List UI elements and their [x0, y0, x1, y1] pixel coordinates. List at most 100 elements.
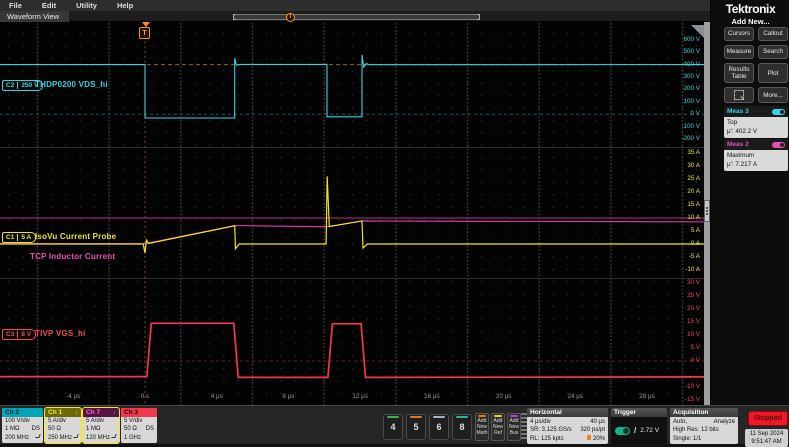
channel-label: THDP0200 VDS_hi [35, 80, 108, 89]
acquisition-panel-body: Auto, Analyze High Res: 12 bits Single: 1/1 [670, 417, 738, 444]
probe-icon [111, 433, 117, 438]
channel-label: TIVP VGS_hi [35, 329, 86, 338]
horizontal-value: 20% [586, 434, 605, 443]
add-new-ref-button[interactable]: Add New Ref [491, 413, 505, 441]
channel-name: Ch 1 [48, 409, 63, 416]
trace-ch1 [0, 176, 704, 254]
meas-card-header: Meas 3 [724, 106, 788, 117]
meas-card-2[interactable]: Meas 2 Maximum μ': 7.217 A [724, 139, 788, 171]
setting-value: 5 V/div [124, 418, 143, 424]
channel-setting-row: 100 V/div [2, 417, 43, 425]
horizontal-position-slider[interactable]: T [233, 12, 480, 22]
horizontal-panel[interactable]: Horizontal 4 μs/div 40 μs SR: 3.125 GS/s 320… [527, 408, 608, 444]
measure-button[interactable]: Measure [724, 45, 754, 59]
meas-card-body: Top μ': 402.2 V [724, 117, 788, 138]
channel-setting-row: 250 MHz [45, 433, 81, 442]
sidebar-button-grid: Cursors Callout Measure Search Results Table… [724, 27, 788, 104]
channel-settings-ch2[interactable]: Ch 2 100 V/div 1 MΩ DS 200 MHz [2, 408, 43, 443]
badge-range: 5 A [21, 234, 32, 241]
channel-setting-row: 1 GHz [121, 434, 157, 442]
slider-right-bracket [477, 13, 480, 20]
channel-color-bar [410, 416, 422, 418]
badge-name: C2 [3, 82, 19, 89]
xtick: 28 μs [639, 393, 655, 400]
add-label: Add New Math [476, 417, 488, 437]
acquisition-panel-header: Acquisition [670, 408, 738, 417]
ytick-c3: 10 V [687, 331, 700, 338]
acquisition-panel[interactable]: Acquisition Auto, Analyze High Res: 12 bits… [670, 408, 738, 444]
acquisition-row: Single: 1/1 [673, 435, 735, 443]
ytick-c2: 300 V [683, 73, 700, 81]
toggle-knob [623, 427, 629, 434]
acquisition-value: Single: 1/1 [673, 435, 702, 442]
add-new-math-button[interactable]: Add New Math [475, 413, 489, 441]
channel-button-5[interactable]: 5 [406, 414, 426, 440]
meas-name: Meas 2 [727, 141, 749, 148]
channel-setting-row: 1 MΩ [83, 425, 119, 433]
horizontal-row: RL: 125 kpts 20% [530, 434, 605, 443]
channel-button-4[interactable]: 4 [383, 414, 403, 440]
ytick-cur: 5 A [690, 227, 700, 234]
meas-toggle[interactable] [772, 141, 785, 148]
ytick-c3: 0 V [690, 357, 700, 364]
badge-range: 8 V [21, 331, 32, 338]
setting-value: 200 MHz [5, 434, 30, 441]
channel-setting-row: 5 A/div [83, 417, 119, 425]
toggle-knob [780, 109, 784, 114]
ytick-cur: 20 A [687, 188, 700, 195]
menu-item-help[interactable]: Help [117, 1, 133, 10]
tektronix-logo: Tektronix [725, 2, 776, 16]
trigger-enable-toggle[interactable] [615, 426, 630, 435]
cursors-button[interactable]: Cursors [724, 27, 754, 41]
menu-item-edit[interactable]: Edit [42, 1, 56, 10]
add-new-bus-button[interactable]: Add New Bus [507, 413, 521, 441]
probe-icon [35, 433, 41, 438]
zoom-box-button[interactable] [724, 87, 754, 104]
tab-bar: Waveform View T [0, 11, 710, 22]
tab-waveform-view[interactable]: Waveform View [0, 11, 70, 22]
meas-name: Meas 3 [727, 108, 749, 115]
setting-value: 250 MHz [48, 434, 73, 441]
ytick-cur: 25 A [687, 175, 700, 182]
add-color-bar [478, 415, 486, 417]
channel-badge-c1[interactable]: C1 5 A [2, 232, 37, 243]
callout-button[interactable]: Callout [758, 27, 788, 41]
channel-settings-ch7[interactable]: Ch 7 ↓ 5 A/div 1 MΩ 120 MHz [82, 407, 120, 444]
trigger-panel[interactable]: Trigger/2.72 V [611, 408, 667, 444]
acquisition-row: High Res: 12 bits [673, 426, 735, 434]
results-table-button[interactable]: Results Table [724, 63, 754, 84]
channel-settings-ch1[interactable]: Ch 1 ↓ 5 A/div 50 Ω 250 MHz [44, 407, 82, 444]
channel-header: Ch 1 ↓ [45, 408, 81, 417]
zoom-box-icon [734, 90, 745, 102]
trigger-flag-icon[interactable]: T [139, 27, 150, 39]
channel-button-6[interactable]: 6 [429, 414, 449, 440]
channel-setting-row: 5 A/div [45, 417, 81, 425]
waveform-graticule[interactable]: T 600 V 500 V 400 V 300 V 200 V 100 V 0 V -100 … [0, 22, 710, 405]
menu-item-utility[interactable]: Utility [76, 1, 97, 10]
channel-button-8[interactable]: 8 [452, 414, 472, 440]
meas-card-1[interactable]: Meas 3 Top μ': 402.2 V [724, 106, 788, 138]
ytick-c2: 0 V [690, 110, 700, 118]
setting-value: 5 A/div [86, 418, 105, 424]
trace-ch3 [0, 322, 704, 379]
menu-item-file[interactable]: File [9, 1, 22, 10]
channel-header: Ch 3 [121, 408, 157, 417]
channel-setting-row: 50 Ω DS [121, 425, 157, 433]
channel-badge-c3[interactable]: C3 8 V [2, 329, 37, 340]
horizontal-value: 40 μs [590, 419, 605, 425]
bottom-bar: Stopped 11 Sep 2024 9:51:47 AM Ch 2 100 V… [0, 405, 789, 447]
trigger-position-marker[interactable]: T [286, 12, 295, 22]
plot-button[interactable]: Plot [758, 63, 788, 84]
meas-card-body: Maximum μ': 7.217 A [724, 150, 788, 171]
right-sidebar: Tektronix Add New... Cursors Callout Measu… [710, 0, 789, 405]
channel-settings-ch3[interactable]: Ch 3 5 V/div 50 Ω DS 1 GHz [121, 408, 157, 443]
xtick: 8 μs [282, 393, 295, 400]
more--button[interactable]: More... [758, 87, 788, 104]
xtick: 24 μs [567, 393, 584, 400]
meas-toggle[interactable] [772, 108, 785, 115]
run-stop-status-button[interactable]: Stopped [748, 411, 788, 426]
oscilloscope-app: File Edit Utility Help Waveform View T T 6 0… [0, 0, 789, 447]
add-label: Add New Ref [492, 417, 503, 437]
setting-flag: DS [145, 426, 154, 433]
search-button[interactable]: Search [758, 45, 788, 59]
